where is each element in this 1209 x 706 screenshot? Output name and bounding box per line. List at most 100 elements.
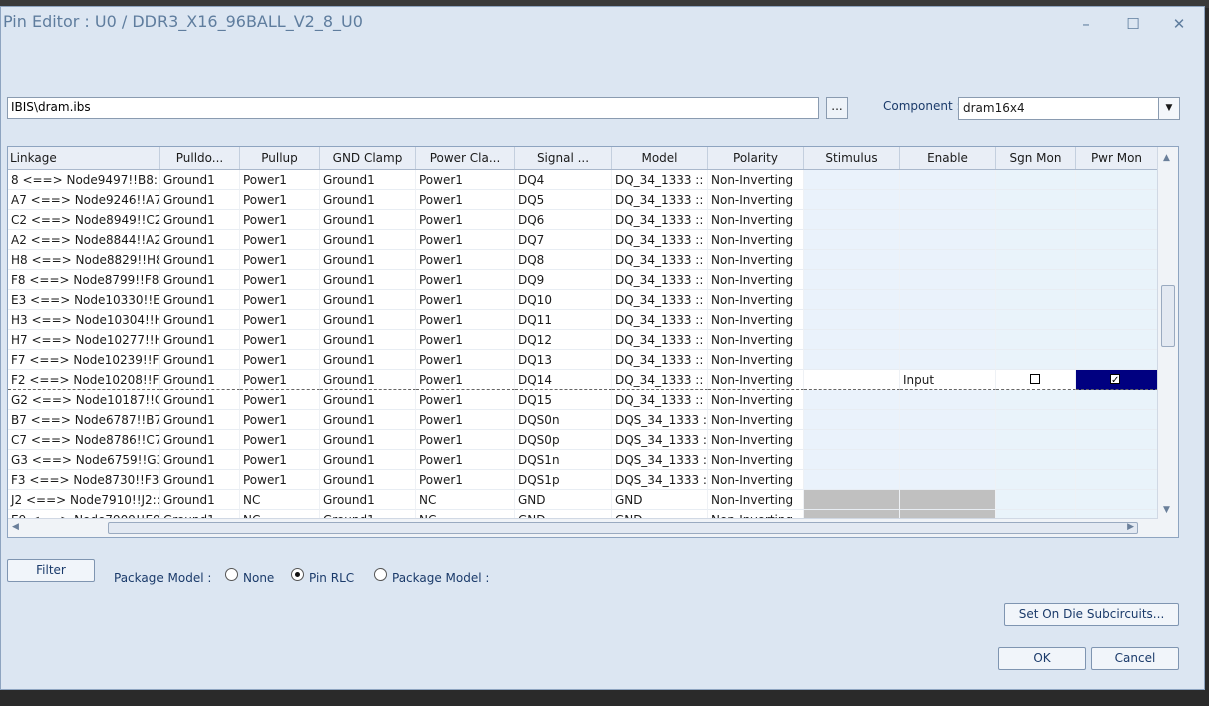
- column-header-linkage[interactable]: Linkage: [8, 147, 160, 169]
- cell-polarity[interactable]: Non-Inverting: [708, 410, 804, 430]
- cell-gnd-clamp[interactable]: Ground1: [320, 410, 416, 430]
- cell-en[interactable]: [900, 350, 996, 370]
- cell-stim[interactable]: [804, 310, 900, 330]
- radio-pin-rlc[interactable]: [291, 568, 304, 581]
- table-row[interactable]: F8 <==> Node8799!!F8:: Ground1 Power1 Groun…: [8, 270, 1158, 290]
- cell-signal[interactable]: DQ12: [515, 330, 612, 350]
- radio-pin-rlc-label[interactable]: Pin RLC: [309, 571, 354, 585]
- cell-linkage[interactable]: H8 <==> Node8829!!H8::: [8, 250, 160, 270]
- cell-linkage[interactable]: J2 <==> Node7910!!J2::G: [8, 490, 160, 510]
- cell-pwr[interactable]: [1076, 230, 1158, 250]
- cell-signal[interactable]: DQ14: [515, 370, 612, 390]
- cell-pulldown[interactable]: Ground1: [160, 450, 240, 470]
- cell-pullup[interactable]: Power1: [240, 390, 320, 410]
- cell-model[interactable]: DQS_34_1333 ::: [612, 470, 708, 490]
- cell-linkage[interactable]: G2 <==> Node10187!!G2:: [8, 390, 160, 410]
- chevron-down-icon[interactable]: ▼: [1158, 98, 1179, 119]
- cancel-button[interactable]: Cancel: [1091, 647, 1179, 670]
- ok-button[interactable]: OK: [998, 647, 1086, 670]
- table-row[interactable]: J2 <==> Node7910!!J2::G Ground1 NC Ground1 N…: [8, 490, 1158, 510]
- cell-polarity[interactable]: Non-Inverting: [708, 230, 804, 250]
- cell-power-clamp[interactable]: Power1: [416, 190, 515, 210]
- cell-model[interactable]: DQ_34_1333 :: I: [612, 210, 708, 230]
- cell-sgn[interactable]: [996, 410, 1076, 430]
- cell-power-clamp[interactable]: Power1: [416, 470, 515, 490]
- cell-pwr[interactable]: [1076, 190, 1158, 210]
- cell-signal[interactable]: DQS0n: [515, 410, 612, 430]
- cell-pulldown[interactable]: Ground1: [160, 270, 240, 290]
- cell-pullup[interactable]: Power1: [240, 190, 320, 210]
- cell-pwr[interactable]: [1076, 410, 1158, 430]
- cell-pwr[interactable]: [1076, 250, 1158, 270]
- cell-sgn[interactable]: [996, 430, 1076, 450]
- cell-polarity[interactable]: Non-Inverting: [708, 270, 804, 290]
- cell-sgn[interactable]: [996, 490, 1076, 510]
- scroll-left-icon[interactable]: ◀: [12, 522, 19, 532]
- table-row[interactable]: C2 <==> Node8949!!C2:: Ground1 Power1 Groun…: [8, 210, 1158, 230]
- table-row[interactable]: E3 <==> Node10330!!E3: Ground1 Power1 Groun…: [8, 290, 1158, 310]
- cell-pullup[interactable]: Power1: [240, 410, 320, 430]
- cell-en[interactable]: [900, 390, 996, 410]
- cell-polarity[interactable]: Non-Inverting: [708, 470, 804, 490]
- cell-polarity[interactable]: Non-Inverting: [708, 330, 804, 350]
- cell-power-clamp[interactable]: NC: [416, 490, 515, 510]
- cell-pwr[interactable]: [1076, 490, 1158, 510]
- cell-signal[interactable]: DQS1n: [515, 450, 612, 470]
- cell-model[interactable]: DQ_34_1333 :: I: [612, 370, 708, 390]
- cell-pulldown[interactable]: Ground1: [160, 170, 240, 190]
- cell-linkage[interactable]: A2 <==> Node8844!!A2::: [8, 230, 160, 250]
- cell-stim[interactable]: [804, 170, 900, 190]
- maximize-button[interactable]: ☐: [1120, 13, 1146, 35]
- pwr-mon-checkbox[interactable]: [1110, 371, 1120, 389]
- cell-power-clamp[interactable]: Power1: [416, 390, 515, 410]
- cell-linkage[interactable]: F2 <==> Node10208!!F2:: [8, 370, 160, 390]
- cell-pwr[interactable]: [1076, 210, 1158, 230]
- cell-signal[interactable]: GND: [515, 490, 612, 510]
- table-row[interactable]: F7 <==> Node10239!!F7: Ground1 Power1 Groun…: [8, 350, 1158, 370]
- cell-pullup[interactable]: Power1: [240, 470, 320, 490]
- cell-pullup[interactable]: Power1: [240, 370, 320, 390]
- cell-sgn[interactable]: [996, 310, 1076, 330]
- filter-button[interactable]: Filter: [7, 559, 95, 582]
- cell-linkage[interactable]: E3 <==> Node10330!!E3:: [8, 290, 160, 310]
- table-row[interactable]: F2 <==> Node10208!!F2: Ground1 Power1 Groun…: [8, 370, 1158, 390]
- cell-pulldown[interactable]: Ground1: [160, 290, 240, 310]
- cell-linkage[interactable]: 8 <==> Node9497!!B8::: [8, 170, 160, 190]
- table-row[interactable]: H8 <==> Node8829!!H8:: Ground1 Power1 Groun…: [8, 250, 1158, 270]
- cell-gnd-clamp[interactable]: Ground1: [320, 290, 416, 310]
- cell-model[interactable]: DQS_34_1333 ::: [612, 410, 708, 430]
- cell-sgn[interactable]: [996, 450, 1076, 470]
- browse-button[interactable]: ...: [826, 97, 848, 119]
- close-button[interactable]: ✕: [1166, 13, 1192, 35]
- cell-model[interactable]: DQ_34_1333 :: I: [612, 170, 708, 190]
- cell-pullup[interactable]: Power1: [240, 430, 320, 450]
- cell-pullup[interactable]: Power1: [240, 230, 320, 250]
- radio-package-model-label[interactable]: Package Model :: [392, 571, 489, 585]
- scroll-up-icon[interactable]: ▲: [1163, 153, 1170, 163]
- cell-pulldown[interactable]: Ground1: [160, 310, 240, 330]
- cell-signal[interactable]: DQ5: [515, 190, 612, 210]
- horizontal-scrollbar[interactable]: ◀ ▶: [8, 518, 1158, 537]
- cell-pwr[interactable]: [1076, 470, 1158, 490]
- radio-none[interactable]: [225, 568, 238, 581]
- cell-model[interactable]: DQS_34_1333 ::: [612, 430, 708, 450]
- column-header-sgn[interactable]: Sgn Mon: [996, 147, 1076, 169]
- cell-model[interactable]: GND: [612, 490, 708, 510]
- vertical-scroll-thumb[interactable]: [1161, 285, 1175, 347]
- cell-stim[interactable]: [804, 490, 900, 510]
- cell-en[interactable]: [900, 230, 996, 250]
- cell-sgn[interactable]: [996, 290, 1076, 310]
- cell-power-clamp[interactable]: Power1: [416, 270, 515, 290]
- cell-linkage[interactable]: B7 <==> Node6787!!B7::: [8, 410, 160, 430]
- column-header-pullup[interactable]: Pullup: [240, 147, 320, 169]
- cell-model[interactable]: DQ_34_1333 :: I: [612, 350, 708, 370]
- radio-none-label[interactable]: None: [243, 571, 274, 585]
- cell-pulldown[interactable]: Ground1: [160, 430, 240, 450]
- cell-power-clamp[interactable]: Power1: [416, 170, 515, 190]
- cell-signal[interactable]: DQ11: [515, 310, 612, 330]
- cell-pwr[interactable]: [1076, 310, 1158, 330]
- cell-stim[interactable]: [804, 450, 900, 470]
- cell-pullup[interactable]: Power1: [240, 210, 320, 230]
- cell-polarity[interactable]: Non-Inverting: [708, 490, 804, 510]
- cell-gnd-clamp[interactable]: Ground1: [320, 170, 416, 190]
